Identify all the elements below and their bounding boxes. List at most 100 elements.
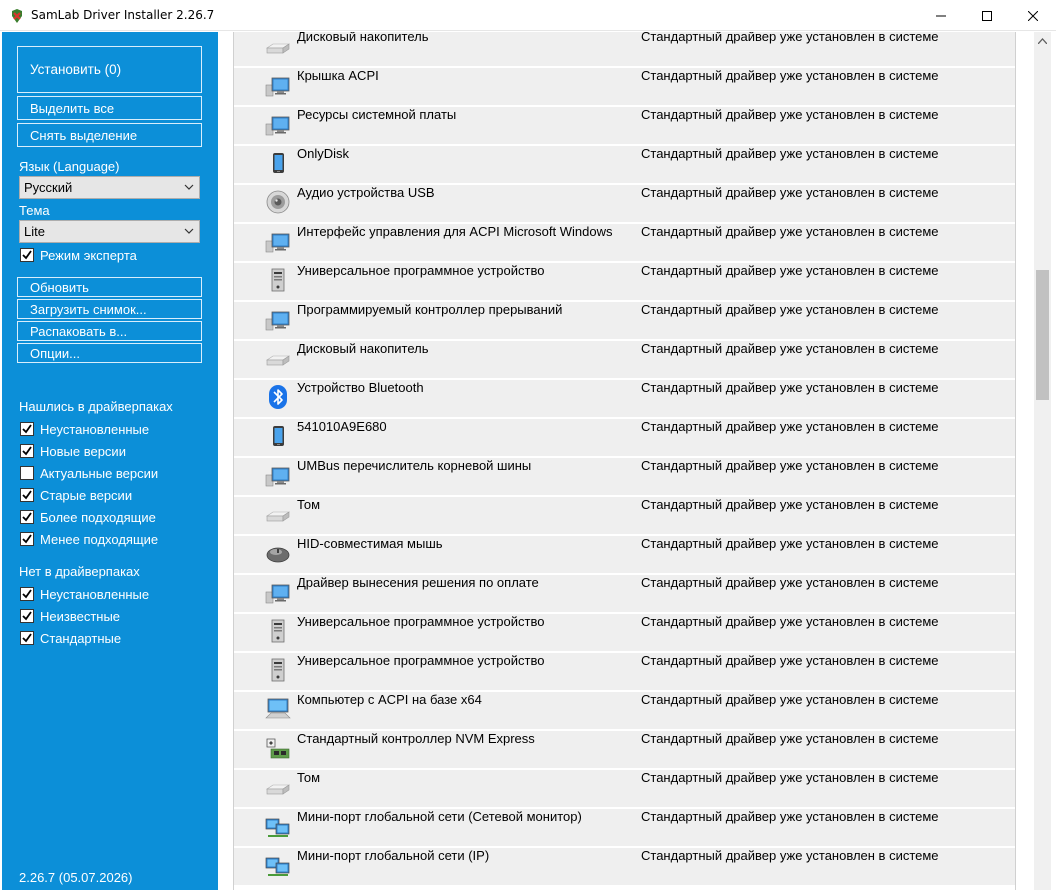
device-list: Дисковый накопитель Стандартный драйвер у… [233,32,1016,890]
install-button[interactable]: Установить (0) [17,46,202,93]
options-button[interactable]: Опции... [17,343,202,363]
found-filter-checkbox[interactable]: Старые версии [20,487,132,503]
device-status: Стандартный драйвер уже установлен в сис… [641,848,939,863]
chevron-down-icon [184,228,194,234]
storage-controller-icon [265,735,291,761]
system-device-icon [265,111,291,137]
window-title: SamLab Driver Installer 2.26.7 [31,8,215,22]
device-row[interactable]: Универсальное программное устройство Стан… [234,614,1015,652]
device-row[interactable]: Универсальное программное устройство Стан… [234,263,1015,301]
select-all-button[interactable]: Выделить все [17,96,202,120]
checkbox-box [20,609,34,623]
minimize-button[interactable] [918,0,964,31]
software-device-icon [265,618,291,644]
device-row[interactable]: Компьютер с ACPI на базе x64 Стандартный … [234,692,1015,730]
notfound-filter-checkbox[interactable]: Неустановленные [20,586,149,602]
found-filter-checkbox[interactable]: Новые версии [20,443,126,459]
found-in-packs-header: Нашлись в драйверпаках [19,399,173,414]
device-row[interactable]: HID-совместимая мышь Стандартный драйвер … [234,536,1015,574]
filter-label: Новые версии [40,443,126,459]
checkbox-box [20,466,34,480]
network-adapter-icon [265,852,291,878]
theme-select[interactable]: Lite [19,220,200,243]
portable-device-icon [265,150,291,176]
load-snapshot-button[interactable]: Загрузить снимок... [17,299,202,319]
minimize-icon [936,15,946,16]
software-device-icon [265,267,291,293]
device-name: Том [297,770,321,785]
device-row[interactable]: 541010A9E680 Стандартный драйвер уже уста… [234,419,1015,457]
device-name: Дисковый накопитель [297,341,429,356]
found-filter-checkbox[interactable]: Актуальные версии [20,465,158,481]
found-filter-checkbox[interactable]: Неустановленные [20,421,149,437]
chevron-up-icon [1038,37,1047,44]
device-name: Универсальное программное устройство [297,614,545,629]
device-row[interactable]: OnlyDisk Стандартный драйвер уже установл… [234,146,1015,184]
bluetooth-icon [265,384,291,410]
scroll-thumb[interactable] [1036,270,1049,400]
device-row[interactable]: Том Стандартный драйвер уже установлен в … [234,497,1015,535]
device-name: Крышка ACPI [297,68,379,83]
device-name: Мини-порт глобальной сети (IP) [297,848,490,863]
deselect-button[interactable]: Снять выделение [17,123,202,147]
device-row[interactable]: Стандартный контроллер NVM Express Станда… [234,731,1015,769]
device-row[interactable]: Мини-порт глобальной сети (IP) Стандартны… [234,848,1015,886]
disk-drive-icon [265,501,291,527]
device-row[interactable]: Ресурсы системной платы Стандартный драйв… [234,107,1015,145]
notfound-filter-checkbox[interactable]: Неизвестные [20,608,120,624]
scroll-up-button[interactable] [1034,32,1051,49]
device-name: Стандартный контроллер NVM Express [297,731,535,746]
checkbox-box [20,532,34,546]
device-row[interactable]: Крышка ACPI Стандартный драйвер уже устан… [234,68,1015,106]
checkbox-box [20,422,34,436]
unpack-button[interactable]: Распаковать в... [17,321,202,341]
close-icon [1028,10,1038,21]
device-name: Универсальное программное устройство [297,263,545,278]
checkbox-box [20,510,34,524]
filter-label: Неустановленные [40,586,150,602]
language-select[interactable]: Русский [19,176,200,199]
device-status: Стандартный драйвер уже установлен в сис… [641,497,939,512]
system-device-icon [265,579,291,605]
checkmark-icon [22,512,32,522]
device-row[interactable]: Аудио устройства USB Стандартный драйвер … [234,185,1015,223]
found-filter-checkbox[interactable]: Более подходящие [20,509,156,525]
checkbox-box [20,587,34,601]
close-button[interactable] [1010,0,1056,31]
device-row[interactable]: Мини-порт глобальной сети (Сетевой монит… [234,809,1015,847]
network-adapter-icon [265,813,291,839]
filter-label: Старые версии [40,487,133,503]
expert-mode-label: Режим эксперта [40,247,137,263]
vertical-scrollbar[interactable] [1034,32,1051,890]
device-row[interactable]: Дисковый накопитель Стандартный драйвер у… [234,32,1015,67]
maximize-icon [982,10,992,21]
device-row[interactable]: Программируемый контроллер прерываний Ста… [234,302,1015,340]
app-logo-icon [12,9,22,23]
refresh-button[interactable]: Обновить [17,277,202,297]
device-name: Драйвер вынесения решения по оплате [297,575,539,590]
device-status: Стандартный драйвер уже установлен в сис… [641,536,939,551]
device-status: Стандартный драйвер уже установлен в сис… [641,614,939,629]
checkbox-box [20,248,34,262]
notfound-filter-checkbox[interactable]: Стандартные [20,630,121,646]
device-name: Устройство Bluetooth [297,380,424,395]
device-status: Стандартный драйвер уже установлен в сис… [641,32,939,44]
device-row[interactable]: Универсальное программное устройство Стан… [234,653,1015,691]
device-row[interactable]: Дисковый накопитель Стандартный драйвер у… [234,341,1015,379]
device-status: Стандартный драйвер уже установлен в сис… [641,653,939,668]
version-label: 2.26.7 (05.07.2026) [19,870,133,885]
filter-label: Актуальные версии [40,465,159,481]
device-row[interactable]: Устройство Bluetooth Стандартный драйвер … [234,380,1015,418]
device-row[interactable]: Том Стандартный драйвер уже установлен в … [234,770,1015,808]
filter-label: Менее подходящие [40,531,159,547]
device-row[interactable]: Интерфейс управления для ACPI Microsoft … [234,224,1015,262]
maximize-button[interactable] [964,0,1010,31]
theme-value: Lite [24,224,45,239]
device-row[interactable]: UMBus перечислитель корневой шины Стандар… [234,458,1015,496]
device-status: Стандартный драйвер уже установлен в сис… [641,341,939,356]
found-filter-checkbox[interactable]: Менее подходящие [20,531,158,547]
expert-mode-checkbox[interactable]: Режим эксперта [20,247,137,263]
mouse-icon [265,540,291,566]
device-status: Стандартный драйвер уже установлен в сис… [641,68,939,83]
device-row[interactable]: Драйвер вынесения решения по оплате Станд… [234,575,1015,613]
